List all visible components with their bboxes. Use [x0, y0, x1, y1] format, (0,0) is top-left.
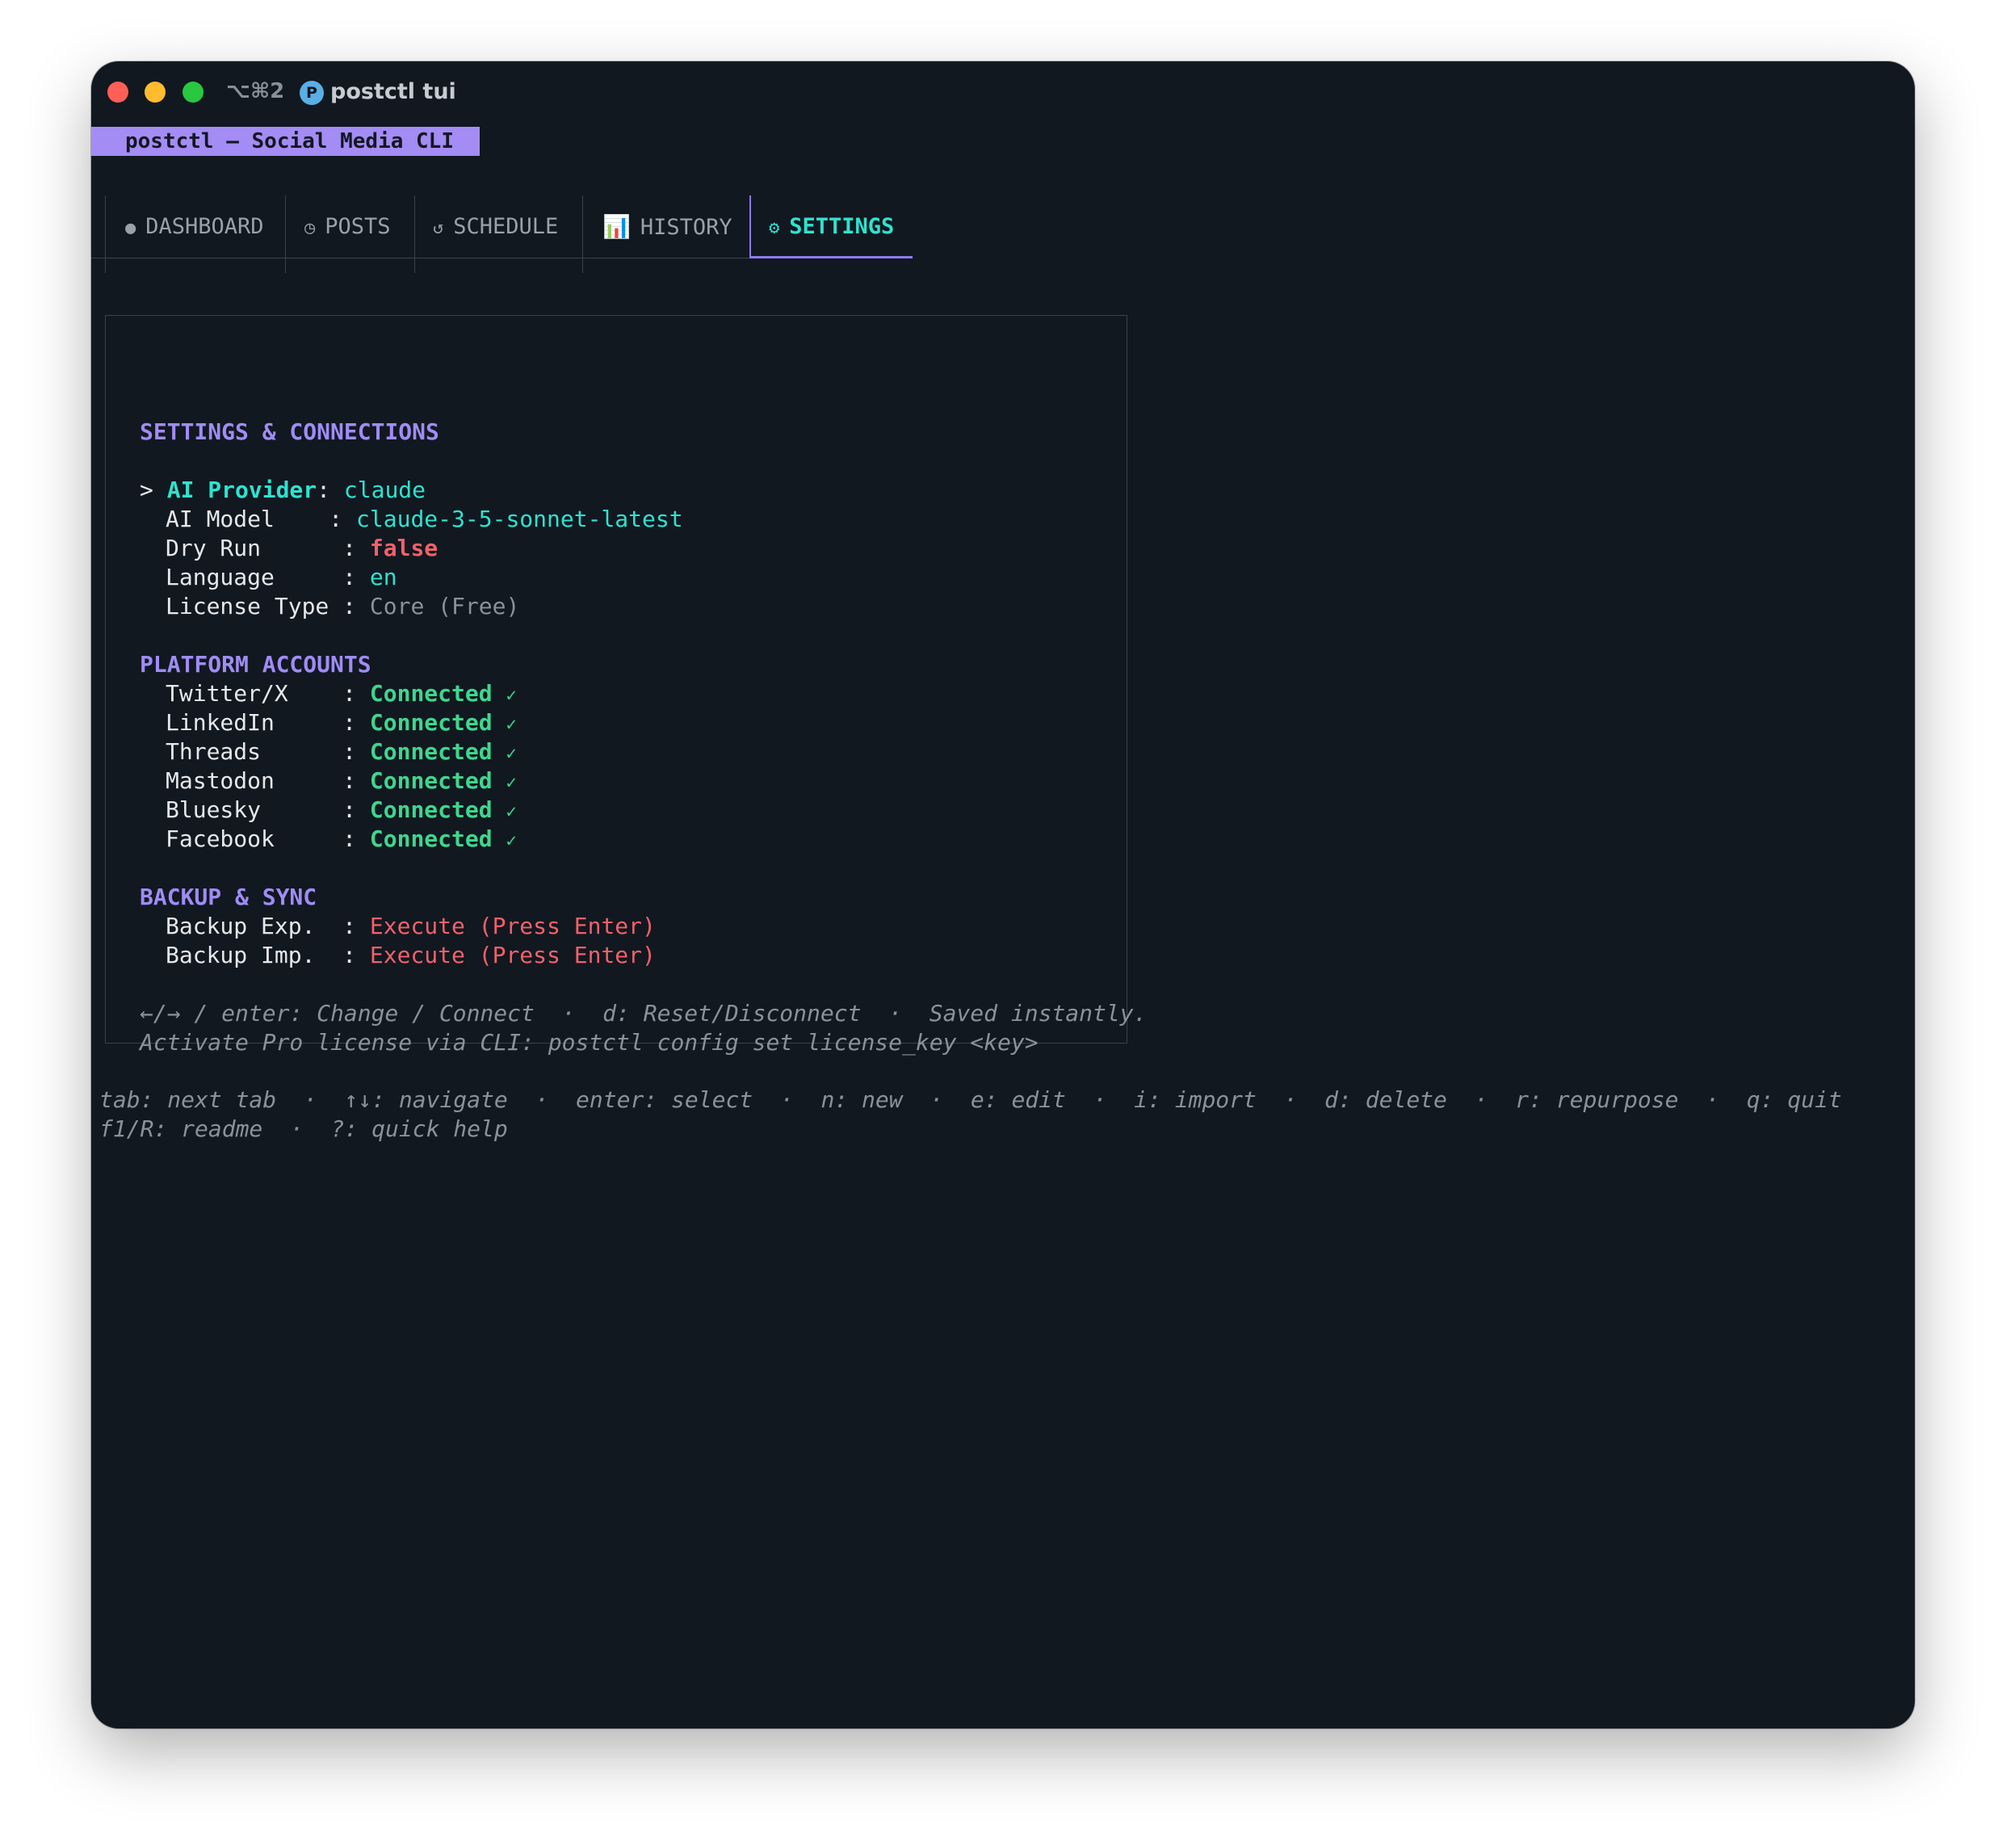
backup-label: Backup Imp. [166, 942, 343, 968]
setting-label: Language [166, 564, 343, 590]
platform-label: Mastodon [166, 767, 343, 794]
setting-label: License Type [166, 593, 343, 620]
tab-bar: ● DASHBOARD ◷ POSTS ↺ SCHEDULE 📊 HISTORY ⚙ SE… [105, 195, 953, 273]
bar-chart-icon: 📊 [602, 213, 631, 240]
tab-posts[interactable]: ◷ POSTS [285, 195, 414, 258]
platform-row-threads[interactable]: Threads : Connected ✓ [166, 737, 517, 769]
footer-keybindings: tab: next tab · ↑↓: navigate · enter: se… [99, 1086, 1842, 1113]
backup-row-export[interactable]: Backup Exp. : Execute (Press Enter) [166, 912, 656, 941]
settings-row-language[interactable]: Language : en [166, 563, 397, 592]
connection-status: Connected [369, 796, 493, 823]
platform-row-twitter[interactable]: Twitter/X : Connected ✓ [166, 679, 517, 711]
clock-icon: ◷ [304, 218, 316, 238]
tab-separator [414, 258, 415, 273]
platform-separator: : [342, 767, 370, 794]
tab-separator [582, 258, 583, 273]
platform-label: LinkedIn [166, 709, 343, 736]
panel-hint-license: Activate Pro license via CLI: postctl co… [140, 1029, 1039, 1056]
tab-label: SCHEDULE [453, 214, 559, 239]
setting-separator: : [342, 535, 370, 561]
setting-value: Core (Free) [369, 593, 520, 620]
platform-row-mastodon[interactable]: Mastodon : Connected ✓ [166, 766, 517, 798]
backup-separator: : [342, 913, 370, 939]
active-tab-indicator [751, 256, 913, 258]
setting-separator: : [342, 593, 370, 620]
footer-keybindings-help: f1/R: readme · ?: quick help [99, 1115, 508, 1142]
platform-separator: : [342, 680, 370, 707]
platform-separator: : [342, 796, 370, 823]
connection-status: Connected [369, 738, 493, 765]
tab-label: HISTORY [640, 215, 732, 240]
platform-row-bluesky[interactable]: Bluesky : Connected ✓ [166, 796, 517, 827]
section-title-backup: BACKUP & SYNC [140, 884, 317, 910]
tab-dashboard[interactable]: ● DASHBOARD [105, 195, 285, 258]
platform-row-facebook[interactable]: Facebook : Connected ✓ [166, 825, 517, 856]
setting-separator: : [342, 564, 370, 590]
check-icon: ✓ [506, 744, 517, 764]
gear-icon: ⚙ [769, 218, 780, 238]
app-banner: postctl — Social Media CLI [91, 127, 480, 156]
settings-panel: SETTINGS & CONNECTIONS > AI Provider: cl… [105, 315, 1147, 1056]
backup-separator: : [342, 942, 370, 968]
section-title-settings: SETTINGS & CONNECTIONS [140, 418, 439, 445]
check-icon: ✓ [506, 831, 517, 851]
tab-settings[interactable]: ⚙ SETTINGS [749, 195, 913, 258]
selection-cursor: > [140, 477, 153, 503]
tab-separator [105, 258, 106, 273]
platform-label: Bluesky [166, 796, 343, 823]
settings-row-ai-model[interactable]: AI Model : claude-3-5-sonnet-latest [166, 505, 683, 534]
window-title: postctl tui [330, 79, 456, 104]
platform-separator: : [342, 825, 370, 852]
settings-row-dry-run[interactable]: Dry Run : false [166, 534, 438, 563]
backup-label: Backup Exp. [166, 913, 343, 939]
setting-value: false [369, 535, 439, 561]
platform-separator: : [342, 738, 370, 765]
window-shortcut: ⌥⌘2 [226, 79, 285, 103]
connection-status: Connected [369, 767, 493, 794]
setting-label: AI Model [166, 506, 329, 532]
backup-action: Execute (Press Enter) [369, 942, 656, 968]
backup-row-import[interactable]: Backup Imp. : Execute (Press Enter) [166, 941, 656, 970]
check-icon: ✓ [506, 686, 517, 706]
setting-label: AI Provider [166, 477, 317, 503]
refresh-icon: ↺ [433, 218, 444, 238]
zoom-button[interactable] [183, 82, 204, 103]
platform-label: Facebook [166, 825, 343, 852]
platform-label: Twitter/X [166, 680, 343, 707]
tab-schedule[interactable]: ↺ SCHEDULE [414, 195, 582, 258]
platform-label: Threads [166, 738, 343, 765]
setting-value: claude [343, 477, 426, 503]
connection-status: Connected [369, 680, 493, 707]
settings-row-license-type[interactable]: License Type : Core (Free) [166, 592, 519, 621]
setting-value: claude-3-5-sonnet-latest [356, 506, 683, 532]
tab-history[interactable]: 📊 HISTORY [582, 195, 749, 258]
backup-action: Execute (Press Enter) [369, 913, 656, 939]
setting-value: en [369, 564, 397, 590]
setting-separator: : [329, 506, 357, 532]
section-title-platforms: PLATFORM ACCOUNTS [140, 651, 371, 678]
circle-icon: ● [125, 218, 136, 238]
platform-separator: : [342, 709, 370, 736]
connection-status: Connected [369, 825, 493, 852]
tab-label: POSTS [325, 214, 391, 239]
tab-separator [285, 258, 286, 273]
tab-label: SETTINGS [789, 214, 895, 239]
minimize-button[interactable] [145, 82, 166, 103]
panel-hint-keys: ←/→ / enter: Change / Connect · d: Reset… [140, 1000, 1148, 1027]
platform-row-linkedin[interactable]: LinkedIn : Connected ✓ [166, 708, 517, 740]
tab-label: DASHBOARD [145, 214, 264, 239]
check-icon: ✓ [506, 715, 517, 735]
setting-label: Dry Run [166, 535, 343, 561]
title-bar: ⌥⌘2 P postctl tui [91, 61, 1915, 126]
app-icon: P [300, 81, 324, 105]
settings-row-ai-provider[interactable]: > AI Provider: claude [140, 476, 426, 505]
terminal-window: ⌥⌘2 P postctl tui postctl — Social Media… [91, 61, 1915, 1728]
setting-separator: : [317, 477, 344, 503]
check-icon: ✓ [506, 802, 517, 822]
check-icon: ✓ [506, 773, 517, 793]
connection-status: Connected [369, 709, 493, 736]
close-button[interactable] [107, 82, 128, 103]
